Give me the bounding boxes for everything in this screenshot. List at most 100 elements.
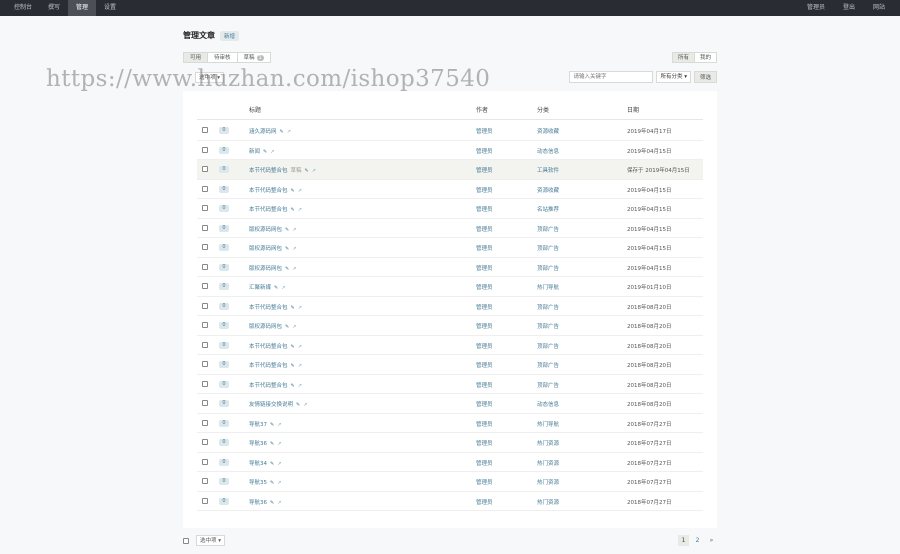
post-title-link[interactable]: 本节代码整合包 ✎ ↗ [249,205,302,213]
pencil-icon[interactable]: ✎ [296,402,300,408]
comment-count[interactable]: 0 [219,185,229,193]
category-link[interactable]: 热门资源 [537,478,559,486]
pencil-icon[interactable]: ✎ [263,149,267,155]
post-title-link[interactable]: 导航36 ✎ ↗ [249,498,281,506]
table-row[interactable]: 0 版权源码网包 ✎ ↗ 管理员 顶部广告 2018年08月20日 [197,316,703,336]
post-title-link[interactable]: 新闻 ✎ ↗ [249,147,274,155]
category-link[interactable]: 动态信息 [537,147,559,155]
comment-count[interactable]: 0 [219,478,229,485]
table-row[interactable]: 0 导航36 ✎ ↗ 管理员 热门资源 2018年07月27日 [197,492,703,511]
author-link[interactable]: 管理员 [476,244,493,252]
row-checkbox[interactable] [202,146,208,153]
external-link-icon[interactable]: ↗ [292,324,296,330]
tab-all[interactable]: 所有 [671,52,695,63]
nav-manage[interactable]: 管理 [68,0,97,16]
row-checkbox[interactable] [202,263,208,270]
table-row[interactable]: 0 本节代码整合包 ✎ ↗ 管理员 资源收藏 2019年04月15日 [197,180,703,199]
external-link-icon[interactable]: ↗ [298,188,302,194]
table-row[interactable]: 0 本节代码整合包 ✎ ↗ 管理员 顶部广告 2018年08月20日 [197,355,703,375]
row-checkbox[interactable] [202,380,208,387]
category-link[interactable]: 顶部广告 [537,225,559,233]
row-checkbox[interactable] [202,166,208,172]
external-link-icon[interactable]: ↗ [292,266,296,272]
category-link[interactable]: 热门资源 [537,459,559,467]
post-title-link[interactable]: 本节代码整合包 ✎ ↗ [249,342,302,350]
pencil-icon[interactable]: ✎ [285,246,289,252]
post-title-link[interactable]: 版权源码网包 ✎ ↗ [249,264,296,272]
search-input[interactable] [569,71,654,83]
external-link-icon[interactable]: ↗ [298,344,302,350]
post-title-link[interactable]: 导航34 ✎ ↗ [249,459,281,467]
pencil-icon[interactable]: ✎ [270,441,274,447]
category-link[interactable]: 资源收藏 [537,127,559,135]
author-link[interactable]: 管理员 [476,303,493,311]
next-page[interactable]: » [706,535,717,546]
row-checkbox[interactable] [202,341,208,348]
row-checkbox[interactable] [202,205,208,211]
tab-drafts[interactable]: 草稿 1 [236,52,271,63]
table-row[interactable]: 0 本节代码整合包 ✎ ↗ 管理员 名站推荐 2019年04月15日 [197,199,703,219]
pencil-icon[interactable]: ✎ [291,383,295,389]
table-row[interactable]: 0 本节代码整合包 ✎ ↗ 管理员 顶部广告 2018年08月20日 [197,336,703,355]
comment-count[interactable]: 0 [219,263,229,271]
category-select[interactable]: 所有分类 ▾ [656,71,691,83]
post-title-link[interactable]: 版权源码网包 ✎ ↗ [249,244,296,252]
post-title-link[interactable]: 本节代码整合包 ✎ ↗ [249,361,302,369]
external-link-icon[interactable]: ↗ [277,461,281,467]
category-link[interactable]: 名站推荐 [537,205,559,213]
author-link[interactable]: 管理员 [476,147,493,155]
comment-count[interactable]: 0 [219,127,229,134]
external-link-icon[interactable]: ↗ [277,480,281,486]
author-link[interactable]: 管理员 [476,498,493,506]
author-link[interactable]: 管理员 [476,420,493,428]
pencil-icon[interactable]: ✎ [291,207,295,213]
post-title-link[interactable]: 涵久源码网 ✎ ↗ [249,127,291,135]
table-row[interactable]: 0 版权源码网包 ✎ ↗ 管理员 顶部广告 2019年04月15日 [197,238,703,258]
post-title-link[interactable]: 本节代码整合包 ✎ ↗ [249,186,302,194]
comment-count[interactable]: 0 [219,458,229,466]
author-link[interactable]: 管理员 [476,439,493,447]
post-title-link[interactable]: 导航37 ✎ ↗ [249,420,281,428]
post-title-link[interactable]: 导航36 ✎ ↗ [249,439,281,447]
nav-write[interactable]: 撰写 [40,0,68,16]
external-link-icon[interactable]: ↗ [277,422,281,428]
post-title-link[interactable]: 本节代码整合包 ✎ ↗ [249,381,302,389]
table-row[interactable]: 0 本节代码整合包 ✎ ↗ 管理员 顶部广告 2018年08月20日 [197,375,703,394]
comment-count[interactable]: 0 [219,166,229,173]
external-link-icon[interactable]: ↗ [277,500,281,506]
row-checkbox[interactable] [202,302,208,309]
category-link[interactable]: 热门资源 [537,439,559,447]
tab-pending[interactable]: 待审核 [207,52,238,63]
comment-count[interactable]: 0 [219,302,229,310]
row-checkbox[interactable] [202,458,208,465]
author-link[interactable]: 管理员 [476,166,493,174]
comment-count[interactable]: 0 [219,439,229,446]
external-link-icon[interactable]: ↗ [277,441,281,447]
author-link[interactable]: 管理员 [476,478,493,486]
pencil-icon[interactable]: ✎ [291,188,295,194]
author-link[interactable]: 管理员 [476,361,493,369]
table-row[interactable]: 0 导航35 ✎ ↗ 管理员 热门资源 2018年07月27日 [197,472,703,492]
pencil-icon[interactable]: ✎ [280,129,284,135]
pencil-icon[interactable]: ✎ [291,363,295,369]
category-link[interactable]: 资源收藏 [537,186,559,194]
page-1[interactable]: 1 [678,535,689,546]
external-link-icon[interactable]: ↗ [312,168,316,174]
nav-logout[interactable]: 登出 [834,0,864,16]
bulk-action-select[interactable]: 选中项 ▾ [195,72,225,83]
post-title-link[interactable]: 导航35 ✎ ↗ [249,478,281,486]
nav-site[interactable]: 网站 [864,0,894,16]
external-link-icon[interactable]: ↗ [270,149,274,155]
row-checkbox[interactable] [202,244,208,250]
comment-count[interactable]: 0 [219,244,229,251]
filter-button[interactable]: 筛选 [693,71,717,83]
author-link[interactable]: 管理员 [476,264,493,272]
new-post-button[interactable]: 新增 [220,30,240,41]
table-row[interactable]: 0 本节代码整合包 草稿 ✎ ↗ 管理员 工具软件 保存于 2019年04月15日 [197,160,703,180]
table-row[interactable]: 0 新闻 ✎ ↗ 管理员 动态信息 2019年04月15日 [197,141,703,160]
nav-dashboard[interactable]: 控制台 [6,0,40,16]
comment-count[interactable]: 0 [219,497,229,505]
category-link[interactable]: 顶部广告 [537,303,559,311]
comment-count[interactable]: 0 [219,380,229,388]
external-link-icon[interactable]: ↗ [298,363,302,369]
